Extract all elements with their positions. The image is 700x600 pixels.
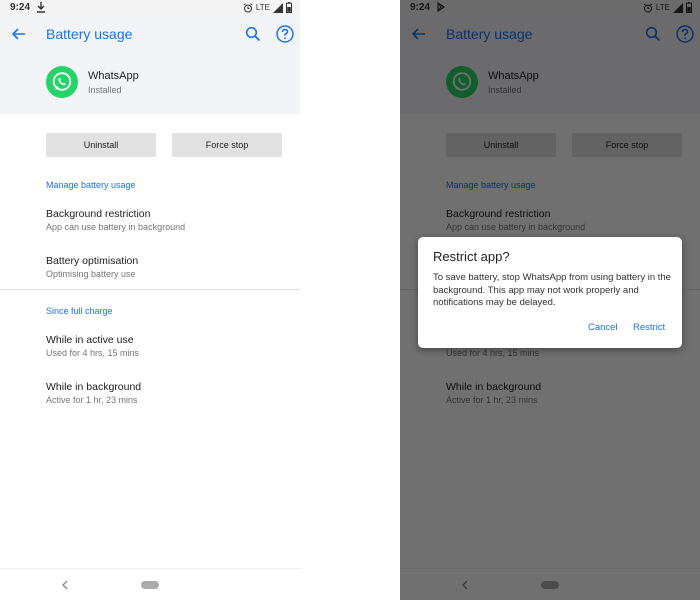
app-install-status: Installed bbox=[88, 85, 122, 95]
back-arrow-icon[interactable] bbox=[10, 25, 28, 43]
list-item-title: While in active use bbox=[46, 334, 134, 346]
battery-icon bbox=[286, 2, 292, 13]
phone-screen-right: 9:24 LTE Battery usage bbox=[400, 0, 700, 600]
navigation-bar bbox=[0, 568, 300, 600]
cancel-button[interactable]: Cancel bbox=[588, 322, 618, 333]
search-icon[interactable] bbox=[244, 25, 262, 43]
whatsapp-icon bbox=[46, 66, 78, 98]
app-info-header: Battery usage WhatsApp Installed bbox=[0, 16, 300, 114]
list-item-subtitle: App can use battery in background bbox=[46, 222, 186, 232]
list-item-subtitle: Used for 4 hrs, 15 mins bbox=[46, 348, 140, 358]
dialog-message: To save battery, stop WhatsApp from usin… bbox=[433, 272, 671, 308]
signal-icon bbox=[273, 2, 283, 13]
status-time: 9:24 bbox=[10, 2, 31, 13]
phone-screen-left: 9:24 LTE Battery usage WhatsApp Installe… bbox=[0, 0, 300, 600]
dialog-title: Restrict app? bbox=[433, 249, 510, 264]
status-bar: 9:24 LTE bbox=[0, 0, 300, 16]
list-item-title: Battery optimisation bbox=[46, 255, 139, 267]
force-stop-button[interactable]: Force stop bbox=[172, 133, 282, 157]
uninstall-button[interactable]: Uninstall bbox=[46, 133, 156, 157]
page-title: Battery usage bbox=[46, 26, 133, 42]
section-manage-battery-usage: Manage battery usage bbox=[46, 180, 136, 190]
nav-back-icon[interactable] bbox=[59, 578, 71, 592]
network-type: LTE bbox=[255, 3, 270, 12]
download-icon bbox=[37, 2, 45, 13]
restrict-button[interactable]: Restrict bbox=[633, 322, 665, 333]
app-name: WhatsApp bbox=[88, 70, 139, 82]
list-item-title: While in background bbox=[46, 381, 142, 393]
list-item-title: Background restriction bbox=[46, 208, 151, 220]
restrict-app-dialog: Restrict app? To save battery, stop What… bbox=[418, 237, 682, 348]
list-item-subtitle: Optimising battery use bbox=[46, 269, 136, 279]
list-item-subtitle: Active for 1 hr, 23 mins bbox=[46, 395, 138, 405]
section-since-full-charge: Since full charge bbox=[46, 306, 113, 316]
alarm-icon bbox=[243, 2, 253, 12]
help-icon[interactable] bbox=[275, 24, 295, 44]
nav-home-pill[interactable] bbox=[141, 581, 159, 589]
divider bbox=[0, 289, 300, 290]
status-icons: LTE bbox=[243, 2, 292, 13]
